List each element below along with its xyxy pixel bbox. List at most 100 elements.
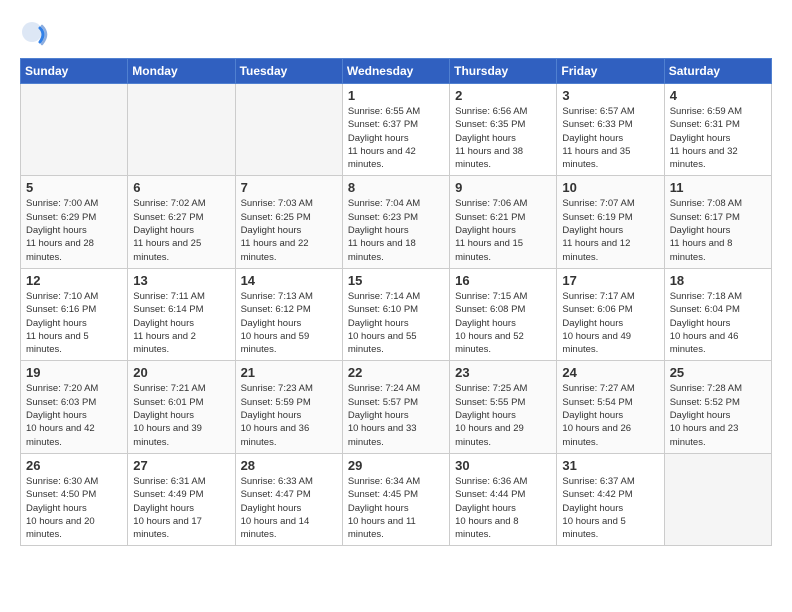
day-info: Sunrise: 7:18 AMSunset: 6:04 PMDaylight …	[670, 290, 766, 356]
calendar-cell: 16 Sunrise: 7:15 AMSunset: 6:08 PMDayligh…	[450, 268, 557, 360]
day-info: Sunrise: 6:37 AMSunset: 4:42 PMDaylight …	[562, 475, 658, 541]
calendar-cell	[664, 453, 771, 545]
calendar-cell: 10 Sunrise: 7:07 AMSunset: 6:19 PMDayligh…	[557, 176, 664, 268]
day-number: 16	[455, 273, 551, 288]
day-info: Sunrise: 6:56 AMSunset: 6:35 PMDaylight …	[455, 105, 551, 171]
calendar-cell: 9 Sunrise: 7:06 AMSunset: 6:21 PMDaylight…	[450, 176, 557, 268]
day-info: Sunrise: 7:17 AMSunset: 6:06 PMDaylight …	[562, 290, 658, 356]
day-info: Sunrise: 7:28 AMSunset: 5:52 PMDaylight …	[670, 382, 766, 448]
col-header-wednesday: Wednesday	[342, 59, 449, 84]
day-info: Sunrise: 6:57 AMSunset: 6:33 PMDaylight …	[562, 105, 658, 171]
day-info: Sunrise: 7:07 AMSunset: 6:19 PMDaylight …	[562, 197, 658, 263]
day-info: Sunrise: 7:03 AMSunset: 6:25 PMDaylight …	[241, 197, 337, 263]
col-header-tuesday: Tuesday	[235, 59, 342, 84]
day-info: Sunrise: 7:24 AMSunset: 5:57 PMDaylight …	[348, 382, 444, 448]
calendar-cell: 20 Sunrise: 7:21 AMSunset: 6:01 PMDayligh…	[128, 361, 235, 453]
calendar-cell: 11Sunrise: 7:08 AMSunset: 6:17 PMDayligh…	[664, 176, 771, 268]
calendar-cell: 31 Sunrise: 6:37 AMSunset: 4:42 PMDayligh…	[557, 453, 664, 545]
day-number: 8	[348, 180, 444, 195]
day-info: Sunrise: 7:20 AMSunset: 6:03 PMDaylight …	[26, 382, 122, 448]
calendar-cell: 12 Sunrise: 7:10 AMSunset: 6:16 PMDayligh…	[21, 268, 128, 360]
calendar-cell: 28Sunrise: 6:33 AMSunset: 4:47 PMDayligh…	[235, 453, 342, 545]
day-number: 14	[241, 273, 337, 288]
day-number: 7	[241, 180, 337, 195]
calendar-cell: 21 Sunrise: 7:23 AMSunset: 5:59 PMDayligh…	[235, 361, 342, 453]
calendar-week-2: 12 Sunrise: 7:10 AMSunset: 6:16 PMDayligh…	[21, 268, 772, 360]
day-info: Sunrise: 7:27 AMSunset: 5:54 PMDaylight …	[562, 382, 658, 448]
day-number: 1	[348, 88, 444, 103]
day-number: 2	[455, 88, 551, 103]
day-number: 18	[670, 273, 766, 288]
calendar-week-4: 26 Sunrise: 6:30 AMSunset: 4:50 PMDayligh…	[21, 453, 772, 545]
calendar-week-0: 1 Sunrise: 6:55 AMSunset: 6:37 PMDaylight…	[21, 84, 772, 176]
day-number: 23	[455, 365, 551, 380]
calendar-cell: 5 Sunrise: 7:00 AMSunset: 6:29 PMDaylight…	[21, 176, 128, 268]
day-info: Sunrise: 7:25 AMSunset: 5:55 PMDaylight …	[455, 382, 551, 448]
col-header-friday: Friday	[557, 59, 664, 84]
calendar-cell: 1 Sunrise: 6:55 AMSunset: 6:37 PMDaylight…	[342, 84, 449, 176]
calendar-cell: 13Sunrise: 7:11 AMSunset: 6:14 PMDayligh…	[128, 268, 235, 360]
calendar-cell: 15 Sunrise: 7:14 AMSunset: 6:10 PMDayligh…	[342, 268, 449, 360]
day-info: Sunrise: 6:36 AMSunset: 4:44 PMDaylight …	[455, 475, 551, 541]
day-number: 25	[670, 365, 766, 380]
calendar-cell	[21, 84, 128, 176]
calendar-cell: 22 Sunrise: 7:24 AMSunset: 5:57 PMDayligh…	[342, 361, 449, 453]
day-number: 30	[455, 458, 551, 473]
day-number: 21	[241, 365, 337, 380]
day-info: Sunrise: 7:15 AMSunset: 6:08 PMDaylight …	[455, 290, 551, 356]
day-number: 27	[133, 458, 229, 473]
day-info: Sunrise: 7:23 AMSunset: 5:59 PMDaylight …	[241, 382, 337, 448]
day-number: 31	[562, 458, 658, 473]
calendar-cell: 26 Sunrise: 6:30 AMSunset: 4:50 PMDayligh…	[21, 453, 128, 545]
day-number: 12	[26, 273, 122, 288]
day-number: 5	[26, 180, 122, 195]
day-info: Sunrise: 6:30 AMSunset: 4:50 PMDaylight …	[26, 475, 122, 541]
day-number: 9	[455, 180, 551, 195]
day-info: Sunrise: 7:02 AMSunset: 6:27 PMDaylight …	[133, 197, 229, 263]
calendar-cell: 8 Sunrise: 7:04 AMSunset: 6:23 PMDaylight…	[342, 176, 449, 268]
logo-icon	[20, 20, 48, 48]
day-info: Sunrise: 7:00 AMSunset: 6:29 PMDaylight …	[26, 197, 122, 263]
calendar-cell: 14 Sunrise: 7:13 AMSunset: 6:12 PMDayligh…	[235, 268, 342, 360]
calendar-cell: 29 Sunrise: 6:34 AMSunset: 4:45 PMDayligh…	[342, 453, 449, 545]
calendar-cell: 27 Sunrise: 6:31 AMSunset: 4:49 PMDayligh…	[128, 453, 235, 545]
day-info: Sunrise: 6:34 AMSunset: 4:45 PMDaylight …	[348, 475, 444, 541]
day-number: 3	[562, 88, 658, 103]
day-number: 19	[26, 365, 122, 380]
calendar-cell: 23 Sunrise: 7:25 AMSunset: 5:55 PMDayligh…	[450, 361, 557, 453]
day-number: 6	[133, 180, 229, 195]
day-info: Sunrise: 6:31 AMSunset: 4:49 PMDaylight …	[133, 475, 229, 541]
day-info: Sunrise: 6:55 AMSunset: 6:37 PMDaylight …	[348, 105, 444, 171]
day-number: 29	[348, 458, 444, 473]
calendar-cell: 17 Sunrise: 7:17 AMSunset: 6:06 PMDayligh…	[557, 268, 664, 360]
day-number: 26	[26, 458, 122, 473]
day-number: 10	[562, 180, 658, 195]
calendar: SundayMondayTuesdayWednesdayThursdayFrid…	[20, 58, 772, 546]
day-info: Sunrise: 7:21 AMSunset: 6:01 PMDaylight …	[133, 382, 229, 448]
day-info: Sunrise: 7:11 AMSunset: 6:14 PMDaylight …	[133, 290, 229, 356]
calendar-cell: 18 Sunrise: 7:18 AMSunset: 6:04 PMDayligh…	[664, 268, 771, 360]
day-info: Sunrise: 6:33 AMSunset: 4:47 PMDaylight …	[241, 475, 337, 541]
day-info: Sunrise: 7:04 AMSunset: 6:23 PMDaylight …	[348, 197, 444, 263]
day-number: 20	[133, 365, 229, 380]
calendar-week-1: 5 Sunrise: 7:00 AMSunset: 6:29 PMDaylight…	[21, 176, 772, 268]
calendar-cell: 7 Sunrise: 7:03 AMSunset: 6:25 PMDaylight…	[235, 176, 342, 268]
day-info: Sunrise: 7:10 AMSunset: 6:16 PMDaylight …	[26, 290, 122, 356]
calendar-cell	[128, 84, 235, 176]
day-number: 4	[670, 88, 766, 103]
day-info: Sunrise: 7:06 AMSunset: 6:21 PMDaylight …	[455, 197, 551, 263]
calendar-cell: 19 Sunrise: 7:20 AMSunset: 6:03 PMDayligh…	[21, 361, 128, 453]
calendar-cell: 6 Sunrise: 7:02 AMSunset: 6:27 PMDaylight…	[128, 176, 235, 268]
day-number: 22	[348, 365, 444, 380]
day-info: Sunrise: 7:14 AMSunset: 6:10 PMDaylight …	[348, 290, 444, 356]
calendar-cell: 3 Sunrise: 6:57 AMSunset: 6:33 PMDaylight…	[557, 84, 664, 176]
day-info: Sunrise: 7:13 AMSunset: 6:12 PMDaylight …	[241, 290, 337, 356]
day-number: 15	[348, 273, 444, 288]
calendar-cell: 2 Sunrise: 6:56 AMSunset: 6:35 PMDaylight…	[450, 84, 557, 176]
calendar-cell: 30 Sunrise: 6:36 AMSunset: 4:44 PMDayligh…	[450, 453, 557, 545]
day-number: 11	[670, 180, 766, 195]
calendar-cell: 25 Sunrise: 7:28 AMSunset: 5:52 PMDayligh…	[664, 361, 771, 453]
col-header-sunday: Sunday	[21, 59, 128, 84]
calendar-cell: 4Sunrise: 6:59 AMSunset: 6:31 PMDaylight…	[664, 84, 771, 176]
day-number: 17	[562, 273, 658, 288]
